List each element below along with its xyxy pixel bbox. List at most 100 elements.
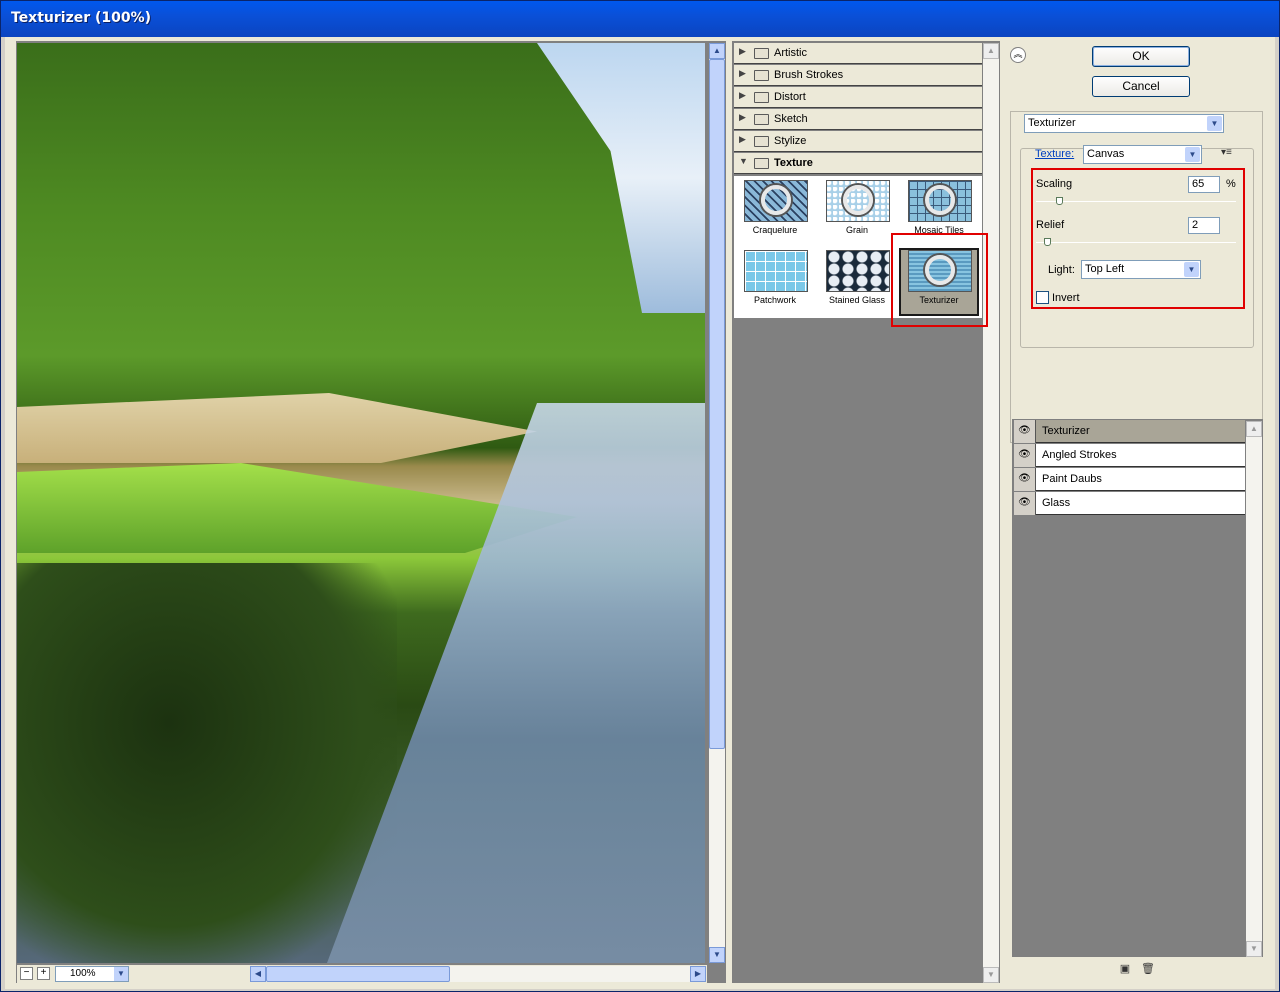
filter-select-value: Texturizer: [1028, 117, 1076, 129]
gallery-scrollbar[interactable]: ▲ ▼: [983, 43, 999, 983]
folder-icon: [754, 136, 769, 147]
relief-input[interactable]: 2: [1188, 217, 1220, 234]
scroll-up-button[interactable]: ▲: [709, 43, 725, 59]
texture-label: Texture:: [1035, 148, 1075, 160]
dialog-client: ▲ ▼ − + 100% ▼ ◀ ▶ ▶ Artistic ▶ Brush St…: [5, 37, 1275, 989]
invert-label[interactable]: Invert: [1052, 292, 1080, 304]
sky-area: [537, 43, 705, 313]
layer-name: Paint Daubs: [1042, 473, 1102, 485]
horizontal-scroll-thumb[interactable]: [266, 966, 450, 982]
light-select[interactable]: Top Left ▼: [1081, 260, 1201, 279]
scroll-up-button[interactable]: ▲: [1246, 421, 1262, 437]
preview-image[interactable]: [17, 43, 705, 963]
category-label: Brush Strokes: [774, 69, 844, 81]
grain-preview: [826, 180, 890, 222]
category-stylize[interactable]: ▶ Stylize: [734, 131, 982, 152]
double-chevron-up-icon[interactable]: ︽: [1010, 47, 1026, 63]
layers-scrollbar[interactable]: ▲ ▼: [1246, 421, 1262, 957]
eye-icon[interactable]: 👁: [1014, 492, 1036, 515]
category-label: Stylize: [774, 135, 807, 147]
layer-name: Glass: [1042, 497, 1071, 509]
scroll-down-button[interactable]: ▼: [983, 967, 999, 983]
zoom-value: 100%: [70, 968, 96, 979]
sand-bank: [17, 393, 537, 463]
category-label: Artistic: [774, 47, 807, 59]
category-label: Distort: [774, 91, 806, 103]
expand-arrow-icon: ▶: [739, 112, 746, 122]
folder-icon: [754, 114, 769, 125]
knot-icon: [925, 185, 955, 215]
zoom-in-button[interactable]: +: [37, 967, 50, 980]
layer-paint-daubs[interactable]: 👁 Paint Daubs: [1014, 468, 1245, 491]
scaling-slider-thumb[interactable]: [1056, 197, 1063, 205]
stained-glass-preview: [826, 250, 890, 292]
filter-thumb-label: Stained Glass: [828, 295, 886, 305]
scroll-right-button[interactable]: ▶: [690, 966, 706, 982]
layer-glass[interactable]: 👁 Glass: [1014, 492, 1245, 515]
vertical-scroll-thumb[interactable]: [709, 59, 725, 749]
window-title: Texturizer (100%): [11, 10, 152, 26]
ok-button[interactable]: OK: [1092, 46, 1190, 67]
texture-menu-icon[interactable]: ▾≡: [1221, 147, 1232, 158]
light-select-value: Top Left: [1085, 263, 1125, 275]
relief-label: Relief: [1036, 219, 1065, 231]
folder-icon: [754, 48, 769, 59]
scaling-input[interactable]: 65: [1188, 176, 1220, 193]
relief-slider-track[interactable]: [1036, 242, 1236, 243]
filter-thumb-grain[interactable]: Grain: [817, 178, 897, 248]
scroll-down-button[interactable]: ▼: [709, 947, 725, 963]
filter-thumb-label: Patchwork: [753, 295, 797, 305]
craquelure-preview: [744, 180, 808, 222]
filter-thumb-stained-glass[interactable]: Stained Glass: [817, 248, 897, 318]
category-texture[interactable]: ▼ Texture: [734, 153, 982, 174]
chevron-down-icon: ▼: [1207, 116, 1222, 131]
eye-icon[interactable]: 👁: [1014, 420, 1036, 443]
cancel-button[interactable]: Cancel: [1092, 76, 1190, 97]
preview-panel: ▲ ▼ − + 100% ▼ ◀ ▶: [16, 41, 726, 983]
zoom-bar: − + 100% ▼ ◀ ▶: [17, 965, 707, 983]
relief-slider-thumb[interactable]: [1044, 238, 1051, 246]
title-bar[interactable]: Texturizer (100%): [1, 1, 1279, 37]
texture-select-value: Canvas: [1087, 148, 1125, 160]
preview-horizontal-scrollbar[interactable]: ◀ ▶: [250, 966, 706, 982]
preview-vertical-scrollbar[interactable]: ▲ ▼: [709, 43, 725, 963]
eye-icon[interactable]: 👁: [1014, 468, 1036, 491]
water-reflection: [17, 563, 397, 963]
expand-arrow-icon: ▶: [739, 134, 746, 144]
trash-icon[interactable]: 🗑: [1141, 963, 1155, 975]
new-layer-icon[interactable]: ▣: [1119, 963, 1131, 975]
folder-icon: [754, 92, 769, 103]
layer-angled-strokes[interactable]: 👁 Angled Strokes: [1014, 444, 1245, 467]
eye-icon[interactable]: 👁: [1014, 444, 1036, 467]
category-label: Sketch: [774, 113, 808, 125]
category-distort[interactable]: ▶ Distort: [734, 87, 982, 108]
filter-dialog-window: Texturizer (100%) ▲ ▼ − + 100% ▼ ◀ ▶ ▶ A…: [0, 0, 1280, 992]
light-label: Light:: [1048, 264, 1075, 276]
filter-gallery-list: ▶ Artistic ▶ Brush Strokes ▶ Distort ▶ S…: [734, 43, 982, 983]
scaling-label: Scaling: [1036, 178, 1073, 190]
zoom-out-button[interactable]: −: [20, 967, 33, 980]
texture-select[interactable]: Canvas ▼: [1083, 145, 1202, 164]
filter-thumb-craquelure[interactable]: Craquelure: [735, 178, 815, 248]
zoom-select[interactable]: 100% ▼: [55, 966, 129, 982]
scaling-slider-track[interactable]: [1036, 201, 1236, 202]
filter-select[interactable]: Texturizer ▼: [1024, 114, 1224, 133]
scroll-left-button[interactable]: ◀: [250, 966, 266, 982]
filter-thumb-label: Grain: [845, 225, 868, 235]
effect-layers-list: 👁 Texturizer 👁 Angled Strokes 👁 Paint Da…: [1012, 419, 1263, 957]
category-brush-strokes[interactable]: ▶ Brush Strokes: [734, 65, 982, 86]
mosaic-tiles-preview: [908, 180, 972, 222]
folder-icon: [754, 70, 769, 81]
chevron-down-icon: ▼: [114, 967, 128, 981]
category-artistic[interactable]: ▶ Artistic: [734, 43, 982, 64]
scaling-unit: %: [1226, 178, 1236, 190]
layer-name: Texturizer: [1042, 425, 1090, 437]
invert-checkbox[interactable]: [1036, 291, 1049, 304]
layer-name: Angled Strokes: [1042, 449, 1117, 461]
filter-thumb-patchwork[interactable]: Patchwork: [735, 248, 815, 318]
filter-gallery: ▶ Artistic ▶ Brush Strokes ▶ Distort ▶ S…: [732, 41, 1000, 983]
category-sketch[interactable]: ▶ Sketch: [734, 109, 982, 130]
scroll-down-button[interactable]: ▼: [1246, 941, 1262, 957]
layer-texturizer[interactable]: 👁 Texturizer: [1014, 420, 1245, 443]
scroll-up-button[interactable]: ▲: [983, 43, 999, 59]
